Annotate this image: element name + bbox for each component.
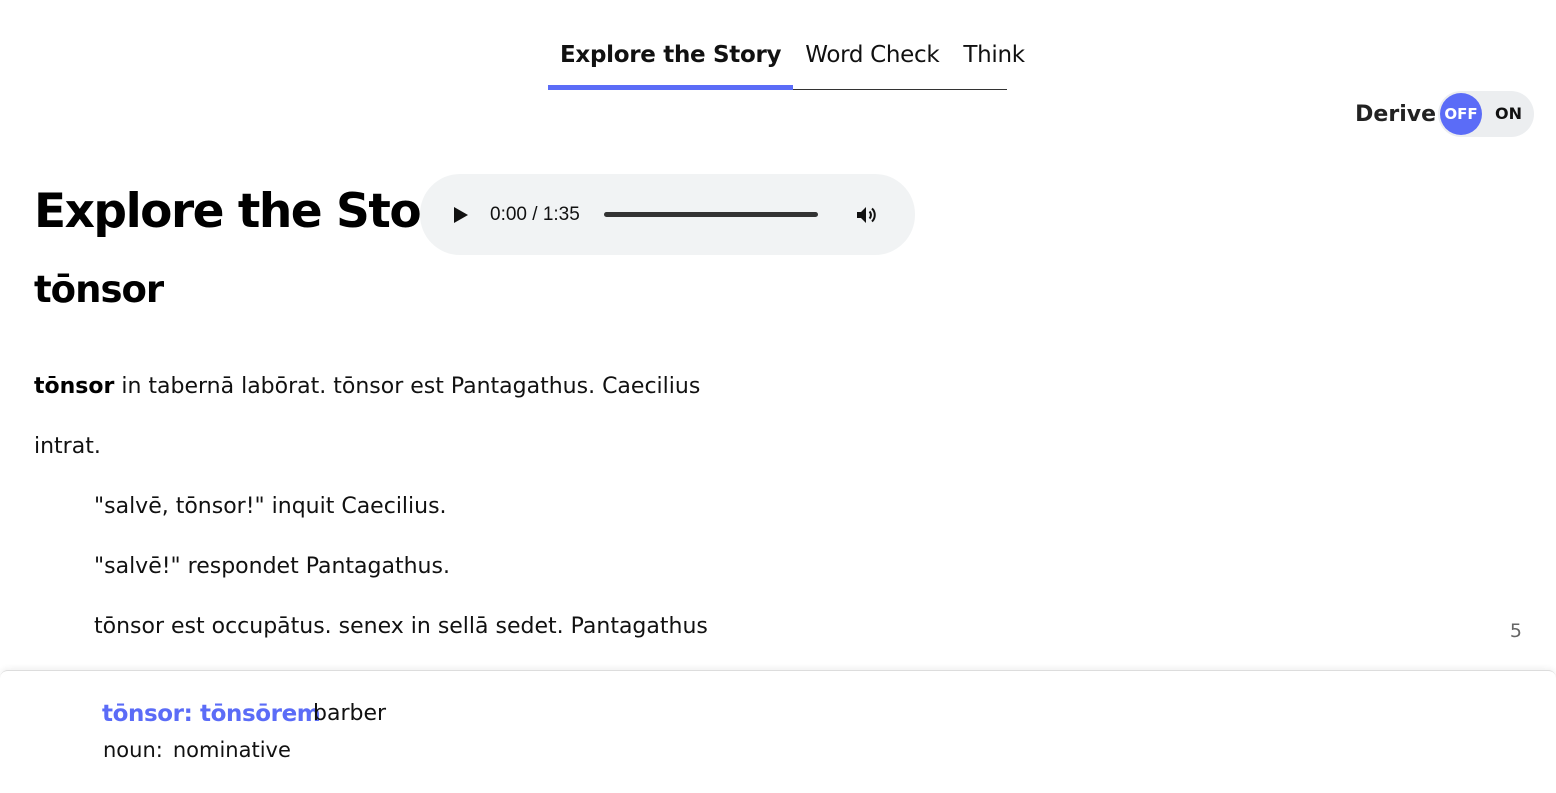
volume-icon[interactable] xyxy=(854,203,878,227)
story-line-5-text[interactable]: tōnsor est occupātus. senex in sellā sed… xyxy=(94,614,708,639)
definition-panel: tōnsor: tōnsōrem barber noun: nominative xyxy=(0,670,1556,793)
story-subtitle: tōnsor xyxy=(34,268,164,311)
definition-gloss: barber xyxy=(313,701,387,726)
derive-toggle[interactable]: OFF ON xyxy=(1438,91,1534,137)
story-line-2-text[interactable]: intrat. xyxy=(34,434,101,459)
grammatical-case: nominative xyxy=(172,738,291,762)
tab-think[interactable]: Think xyxy=(951,30,1036,89)
audio-player: 0:00 / 1:35 xyxy=(420,174,915,255)
story-line-4: "salvē!" respondet Pantagathus. xyxy=(94,554,450,579)
play-icon[interactable] xyxy=(453,206,469,224)
definition-grammar: noun: nominative xyxy=(103,738,291,762)
story-line-3-text[interactable]: "salvē, tōnsor!" inquit Caecilius. xyxy=(94,494,447,519)
derive-label: Derive xyxy=(1355,101,1436,127)
tab-word-check[interactable]: Word Check xyxy=(793,30,951,89)
audio-time: 0:00 / 1:35 xyxy=(490,203,580,225)
definition-headword[interactable]: tōnsor: tōnsōrem xyxy=(102,701,321,727)
story-line-1-text[interactable]: in tabernā labōrat. tōnsor est Pantagath… xyxy=(114,374,700,399)
story-line-3: "salvē, tōnsor!" inquit Caecilius. xyxy=(94,494,447,519)
derive-toggle-group: Derive OFF ON xyxy=(1355,91,1534,137)
story-line-2: intrat. xyxy=(34,434,101,459)
tab-bar: Explore the Story Word Check Think xyxy=(548,30,1025,90)
line-number: 5 xyxy=(1509,620,1522,642)
highlighted-word[interactable]: tōnsor xyxy=(34,374,114,399)
story-line-4-text[interactable]: "salvē!" respondet Pantagathus. xyxy=(94,554,450,579)
audio-seek-bar[interactable] xyxy=(603,212,818,217)
toggle-off-knob: OFF xyxy=(1440,93,1482,135)
part-of-speech: noun: xyxy=(103,738,163,762)
page-title: Explore the Story xyxy=(34,184,472,239)
story-line-1: tōnsor in tabernā labōrat. tōnsor est Pa… xyxy=(34,374,700,399)
toggle-on-label: ON xyxy=(1495,104,1522,123)
story-line-5: tōnsor est occupātus. senex in sellā sed… xyxy=(94,614,708,639)
tab-explore-the-story[interactable]: Explore the Story xyxy=(548,30,794,90)
page: Explore the Story Word Check Think Deriv… xyxy=(0,0,1556,793)
